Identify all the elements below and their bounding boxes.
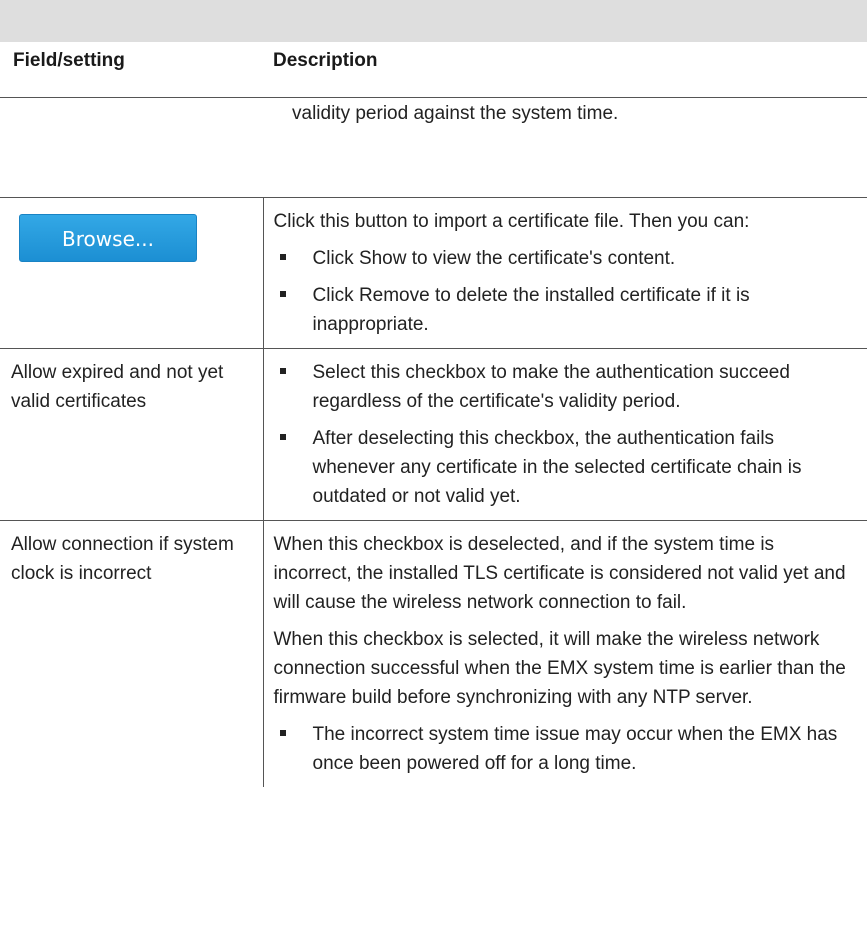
list-item-text: Click Remove to delete the installed cer…: [312, 285, 750, 335]
browse-bullet-list: Click Show to view the certificate's con…: [274, 244, 854, 339]
table-header-band: [0, 0, 867, 42]
list-item: After deselecting this checkbox, the aut…: [274, 424, 854, 511]
list-item-text: Select this checkbox to make the authent…: [312, 362, 790, 412]
table-row-continued: validity period against the system time.: [0, 97, 867, 198]
continued-description-cell: validity period against the system time.: [263, 97, 867, 198]
allow-connection-description-cell: When this checkbox is deselected, and if…: [263, 521, 867, 788]
allow-connection-bullet-list: The incorrect system time issue may occu…: [274, 720, 854, 778]
table-row-browse: Browse... Click this button to import a …: [0, 197, 867, 349]
browse-description-cell: Click this button to import a certificat…: [263, 197, 867, 349]
table-header-row: Field/setting Description: [0, 42, 867, 98]
allow-connection-field-cell: Allow connection if system clock is inco…: [0, 520, 264, 787]
settings-table: Field/setting Description validity perio…: [0, 0, 867, 787]
allow-expired-bullet-list: Select this checkbox to make the authent…: [274, 358, 854, 511]
square-bullet-icon: [279, 730, 286, 736]
allow-connection-paragraph-2: When this checkbox is selected, it will …: [273, 629, 846, 708]
allow-connection-paragraph-1: When this checkbox is deselected, and if…: [273, 534, 846, 613]
square-bullet-icon: [279, 291, 286, 297]
list-item: The incorrect system time issue may occu…: [274, 720, 854, 778]
square-bullet-icon: [279, 368, 286, 374]
allow-expired-description-cell: Select this checkbox to make the authent…: [263, 348, 867, 521]
document-page: Field/setting Description validity perio…: [0, 0, 867, 943]
list-item-text: Click Show to view the certificate's con…: [312, 248, 676, 269]
table-row-allow-connection: Allow connection if system clock is inco…: [0, 520, 867, 788]
list-item-text: After deselecting this checkbox, the aut…: [312, 428, 802, 507]
browse-button[interactable]: Browse...: [19, 214, 197, 262]
browse-field-cell: Browse...: [0, 197, 264, 349]
browse-intro-text: Click this button to import a certificat…: [273, 211, 750, 232]
table-row-allow-expired: Allow expired and not yet valid certific…: [0, 348, 867, 521]
continued-text: validity period against the system time.: [292, 103, 619, 124]
list-item-text: The incorrect system time issue may occu…: [312, 724, 838, 774]
header-field-setting: Field/setting: [0, 42, 263, 98]
header-description: Description: [263, 42, 867, 98]
allow-expired-field-cell: Allow expired and not yet valid certific…: [0, 348, 264, 521]
list-item: Click Show to view the certificate's con…: [274, 244, 854, 273]
continued-field-cell: [0, 97, 263, 198]
square-bullet-icon: [279, 434, 286, 440]
list-item: Select this checkbox to make the authent…: [274, 358, 854, 416]
list-item: Click Remove to delete the installed cer…: [274, 281, 854, 339]
square-bullet-icon: [279, 254, 286, 260]
